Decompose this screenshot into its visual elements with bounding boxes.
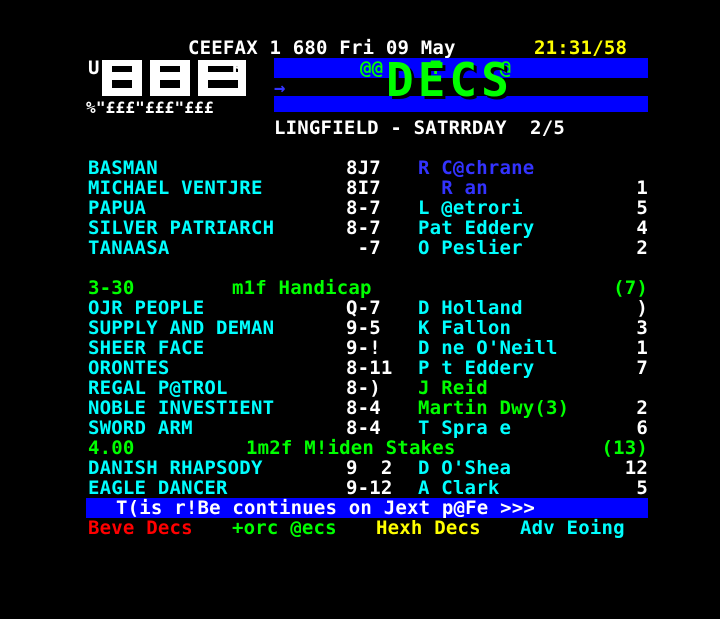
jockey: D O'Shea [418,457,512,479]
position: 2 [636,397,648,419]
race-title: 1m2f M!iden Stakes [246,437,456,459]
logo-bottom-text: %"£££"£££"£££ [86,98,214,117]
subheader: LINGFIELD - SATRRDAY 2/5 [274,117,565,139]
horse-name: SHEER FACE [88,337,205,359]
position [598,378,648,398]
table-row: REGAL P@TROL 8-) J Reid [0,378,720,398]
jockey: K Fallon [418,317,512,339]
jockey: R an [418,177,488,199]
weight: 8-11 [346,357,393,379]
runners-count: (7) [613,277,648,299]
position [598,158,648,178]
weight: -7 [346,237,381,259]
jockey: Martin Dwy(3) [418,397,570,419]
header-row: CEEFAX 1 680 Fri 09 May 21:31/58 [0,38,720,58]
horse-name: TANAASA [88,237,170,259]
horse-name: PAPUA [88,197,147,219]
subheader-row: LINGFIELD - SATRRDAY 2/5 [0,118,720,138]
position: 4 [636,217,648,239]
jockey: D ne O'Neill [418,337,558,359]
race-time: 3-30 [88,277,135,299]
table-row: SHEER FACE 9-! D ne O'Neill 1 [0,338,720,358]
weight: 9-5 [346,317,381,339]
continue-text: T(is r!Be continues on Jext p@Fe >>> [116,497,536,519]
fastext-red-link[interactable]: Beve Decs [88,518,193,538]
fastext-cyan-link[interactable]: Adv Eoing [520,518,625,538]
race-header: 4.00 1m2f M!iden Stakes (13) [0,438,720,458]
table-row: MICHAEL VENTJRE 8I7 R an 1 [0,178,720,198]
fastext-green-link[interactable]: +orc @ecs [232,518,337,538]
position: 12 [624,457,648,479]
weight: 9-12 [346,477,393,499]
horse-name: SILVER PATRIARCH [88,217,275,239]
position: 6 [636,417,648,439]
weight: 8I7 [346,177,381,199]
weight: 8-7 [346,217,381,239]
continue-banner: T(is r!Be continues on Jext p@Fe >>> [0,498,720,518]
weight: 8-) [346,377,381,399]
banner-arrow-row: → [0,78,720,98]
jockey: T Spra e [418,417,512,439]
banner-arrow-icon: → [274,77,286,99]
weight: 9-! [346,337,381,359]
horse-name: NOBLE INVESTIENT [88,397,275,419]
weight: 9 2 [346,457,393,479]
banner-title-text: DECS [386,53,513,107]
position: ) [636,297,648,319]
jockey: O Peslier [418,237,523,259]
table-row: TANAASA -7 O Peslier 2 [0,238,720,258]
jockey: Pat Eddery [418,217,535,239]
weight: 8J7 [346,157,381,179]
runners-count: (13) [601,437,648,459]
fastext-yellow-link[interactable]: Hexh Decs [376,518,481,538]
position: 5 [636,197,648,219]
position: 1 [636,177,648,199]
position: 1 [636,337,648,359]
horse-name: ORONTES [88,357,170,379]
jockey: R C@chrane [418,157,535,179]
jockey: A Clark [418,477,500,499]
horse-name: BASMAN [88,157,158,179]
horse-name: MICHAEL VENTJRE [88,177,263,199]
jockey: L @etrori [418,197,523,219]
weight: 8-7 [346,197,381,219]
table-row: OJR PEOPLE Q-7 D Holland ) [0,298,720,318]
table-row: EAGLE DANCER 9-12 A Clark 5 [0,478,720,498]
jockey: P t Eddery [418,357,535,379]
horse-name: DANISH RHAPSODY [88,457,263,479]
table-row: SILVER PATRIARCH 8-7 Pat Eddery 4 [0,218,720,238]
fastext-row: Beve Decs +orc @ecs Hexh Decs Adv Eoing [0,518,720,538]
table-row: SUPPLY AND DEMAN 9-5 K Fallon 3 [0,318,720,338]
position: 7 [636,357,648,379]
table-row: ORONTES 8-11 P t Eddery 7 [0,358,720,378]
position: 5 [636,477,648,499]
race-time: 4.00 [88,437,135,459]
horse-name: OJR PEOPLE [88,297,205,319]
table-row: SWORD ARM 8-4 T Spra e 6 [0,418,720,438]
race-header: 3-30 m1f Handicap (7) [0,278,720,298]
jockey: D Holland [418,297,523,319]
table-row: PAPUA 8-7 L @etrori 5 [0,198,720,218]
weight: 8-4 [346,417,381,439]
banner-top-row: @@ T @ [0,58,720,78]
clock: 21:31/58 [534,37,628,59]
table-row: BASMAN 8J7 R C@chrane [0,158,720,178]
position: 2 [636,237,648,259]
table-row: NOBLE INVESTIENT 8-4 Martin Dwy(3) 2 [0,398,720,418]
horse-name: REGAL P@TROL [88,377,228,399]
position: 3 [636,317,648,339]
horse-name: SWORD ARM [88,417,193,439]
banner-title: DECS [386,57,513,103]
weight: 8-4 [346,397,381,419]
race-title: m1f Handicap [232,277,372,299]
horse-name: SUPPLY AND DEMAN [88,317,275,339]
horse-name: EAGLE DANCER [88,477,228,499]
jockey: J Reid [418,377,488,399]
table-row: DANISH RHAPSODY 9 2 D O'Shea 12 [0,458,720,478]
weight: Q-7 [346,297,381,319]
